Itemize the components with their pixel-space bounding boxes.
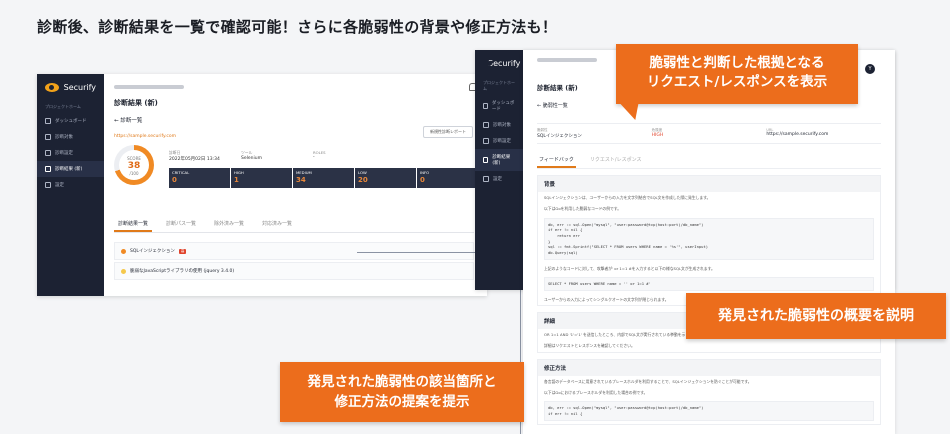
code-block: db, err := sql.Open("mysql", "user:passw…	[544, 217, 874, 260]
result-tabs: 診断結果一覧 診断パス一覧 除外済み一覧 対応済み一覧	[114, 217, 474, 233]
sidebar-item-settings[interactable]: 診断設定	[37, 145, 104, 161]
sidebar-item-config[interactable]: 設定	[37, 177, 104, 193]
sidebar-item-targets[interactable]: 診断対象	[475, 117, 523, 133]
score-value: 38	[127, 161, 141, 171]
severity-dot	[121, 268, 126, 274]
sidebar-item-config[interactable]: 設定	[475, 171, 523, 187]
vuln-meta: 脆弱性 SQLインジェクション 危険度 HIGH URL https://sample…	[537, 123, 881, 144]
code-block: SELECT * FROM users WHERE name = '' or 1…	[544, 277, 874, 291]
list-item[interactable]: 脆弱なJavaScriptライブラリの使用 (jquery 3.4.0)	[114, 262, 474, 280]
sidebar-item-targets[interactable]: 診断対象	[37, 129, 104, 145]
tab-resolved[interactable]: 対応済み一覧	[258, 217, 296, 232]
section-title: 修正方法	[538, 359, 880, 376]
severity-tag: 高	[178, 248, 187, 254]
gear-icon	[45, 150, 51, 156]
project-selector[interactable]	[537, 58, 597, 62]
chart-icon	[483, 157, 489, 163]
settings-icon	[45, 182, 51, 188]
severity-critical[interactable]: CRITICAL 0	[169, 168, 230, 188]
headline: 診断後、診断結果を一覧で確認可能！さらに各脆弱性の背景や修正方法も！	[37, 18, 558, 36]
logo: Securify	[487, 59, 521, 68]
severity-dot	[121, 248, 126, 254]
tab-results[interactable]: 診断結果一覧	[114, 217, 153, 232]
severity-high[interactable]: HIGH 1	[231, 168, 292, 188]
detail-tabs: フィードバック リクエスト/レスポンス	[537, 153, 881, 169]
scan-meta: 診断日 2022年05月02日 13:34 ツール Selenium ROLES -	[169, 150, 326, 162]
report-button[interactable]: 新規性診断レポート	[423, 126, 473, 138]
score-gauge: SCORE 38/100	[114, 145, 154, 185]
tab-request-response[interactable]: リクエスト/レスポンス	[588, 153, 644, 168]
gear-icon	[483, 138, 489, 144]
vulnerability-detail: Y 診断結果 (新) ← 脆弱性一覧 脆弱性 SQLインジェクション 危険度 HIG…	[523, 50, 895, 434]
sidebar: Securify プロジェクトホーム ダッシュボード 診断対象 診断設定 診断結…	[475, 50, 523, 290]
sidebar-item-dashboard[interactable]: ダッシュボード	[475, 95, 523, 117]
sidebar-section-label: プロジェクトホーム	[45, 104, 81, 109]
back-link[interactable]: ← 診断一覧	[114, 116, 477, 124]
callout-evidence: 脆弱性と判断した根拠となる リクエスト/レスポンスを表示	[616, 44, 858, 104]
logo: Securify	[37, 74, 104, 101]
fix-section: 修正方法 各言語のデータベースに用意されているプレースホルダを利用することで、S…	[537, 358, 881, 425]
severity-low[interactable]: LOW 20	[355, 168, 416, 188]
callout-summary: 発見された脆弱性の概要を説明	[686, 293, 946, 339]
tab-excluded[interactable]: 除外済み一覧	[210, 217, 248, 232]
background-section: 背景 SQLインジェクションは、ユーザーからの入力を文字列結合でSQL文を作成し…	[537, 175, 881, 307]
sidebar-item-results[interactable]: 診断結果 (新)	[37, 161, 104, 177]
section-title: 背景	[538, 176, 880, 192]
list-item[interactable]: SQLインジェクション 高	[114, 242, 474, 260]
tab-feedback[interactable]: フィードバック	[537, 153, 576, 168]
avatar[interactable]: Y	[865, 64, 875, 74]
target-icon	[45, 134, 51, 140]
sidebar: Securify プロジェクトホーム ダッシュボード 診断対象 診断設定 診断結…	[37, 74, 104, 296]
sidebar-item-dashboard[interactable]: ダッシュボード	[37, 113, 104, 129]
page-title: 診断結果 (新)	[114, 99, 158, 107]
project-selector[interactable]	[114, 85, 184, 89]
eye-logo-icon	[45, 83, 59, 92]
status-badge: HIGH	[651, 133, 664, 138]
sidebar-item-results[interactable]: 診断結果 (新)	[475, 149, 523, 171]
tab-paths[interactable]: 診断パス一覧	[162, 217, 200, 232]
target-icon	[483, 122, 489, 128]
dashboard-icon	[45, 118, 51, 124]
code-block: db, err := sql.Open("mysql", "user:passw…	[544, 401, 874, 421]
callout-location: 発見された脆弱性の該当箇所と 修正方法の提案を提示	[280, 362, 524, 422]
sidebar-item-settings[interactable]: 診断設定	[475, 133, 523, 149]
settings-icon	[483, 176, 489, 182]
chart-icon	[45, 166, 51, 172]
severity-info[interactable]: INFO 0	[417, 168, 478, 188]
severity-summary: CRITICAL 0 HIGH 1 MEDIUM 34 LOW 20 INFO 0	[169, 168, 478, 188]
severity-medium[interactable]: MEDIUM 34	[293, 168, 354, 188]
results-list-screenshot: Securify プロジェクトホーム ダッシュボード 診断対象 診断設定 診断結…	[37, 74, 487, 296]
dashboard-icon	[483, 103, 488, 109]
